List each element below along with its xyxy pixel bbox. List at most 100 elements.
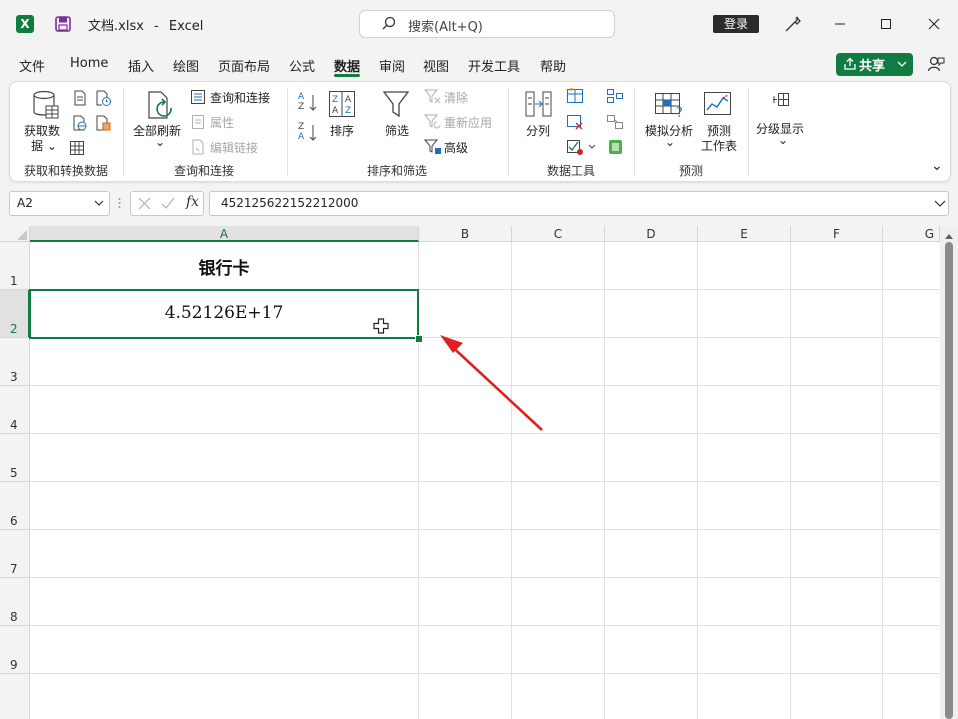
advanced-button[interactable]: 高级 bbox=[444, 139, 468, 156]
worksheet-grid[interactable]: A B C D E F G 1 2 3 4 5 6 7 8 9 银行卡 4.52… bbox=[0, 226, 958, 719]
ribbon-separator bbox=[748, 88, 749, 176]
group-get-transform-label: 获取和转换数据 bbox=[24, 164, 109, 178]
data-validation-icon[interactable] bbox=[566, 139, 596, 158]
grid-line bbox=[882, 242, 883, 719]
existing-connections-icon[interactable] bbox=[95, 115, 111, 134]
recent-sources-icon[interactable] bbox=[95, 90, 111, 109]
enter-icon[interactable] bbox=[161, 197, 175, 213]
chevron-down-icon[interactable] bbox=[94, 195, 104, 214]
sort-button[interactable]: 排序 bbox=[330, 122, 354, 139]
maximize-button[interactable] bbox=[871, 10, 901, 38]
save-icon[interactable] bbox=[55, 16, 71, 32]
from-table-icon[interactable] bbox=[69, 140, 85, 159]
row-header-10[interactable] bbox=[0, 674, 30, 719]
outline-chevron-icon[interactable]: ⌄ bbox=[778, 133, 788, 147]
group-forecast-label: 预测 bbox=[679, 164, 704, 178]
menu-developer[interactable]: 开发工具 bbox=[468, 56, 520, 75]
sort-z-to-a-button[interactable]: ZA bbox=[298, 122, 318, 146]
chevron-down-icon bbox=[897, 57, 907, 75]
row-header-4[interactable]: 4 bbox=[0, 386, 30, 434]
what-if-chevron-icon[interactable]: ⌄ bbox=[665, 135, 675, 149]
flash-fill-icon[interactable] bbox=[566, 88, 584, 107]
row-header-5[interactable]: 5 bbox=[0, 434, 30, 482]
column-header-d[interactable]: D bbox=[605, 226, 698, 242]
share-button[interactable]: 共享 bbox=[836, 53, 913, 76]
menu-page-layout[interactable]: 页面布局 bbox=[218, 56, 270, 75]
vertical-scrollbar[interactable] bbox=[940, 226, 958, 719]
sort-a-to-z-button[interactable]: AZ bbox=[298, 92, 318, 116]
row-header-9[interactable]: 9 bbox=[0, 626, 30, 674]
annotation-arrow bbox=[440, 335, 543, 431]
row-header-8[interactable]: 8 bbox=[0, 578, 30, 626]
row-number: 3 bbox=[10, 370, 18, 384]
cell-a1[interactable]: 银行卡 bbox=[30, 254, 418, 279]
formula-input[interactable]: 452125622152212000 bbox=[209, 191, 949, 216]
from-web-icon[interactable] bbox=[72, 115, 88, 134]
row-header-3[interactable]: 3 bbox=[0, 338, 30, 386]
column-header-c[interactable]: C bbox=[512, 226, 605, 242]
menu-formulas[interactable]: 公式 bbox=[289, 56, 315, 75]
login-button[interactable]: 登录 bbox=[713, 15, 759, 33]
row-header-7[interactable]: 7 bbox=[0, 530, 30, 578]
collapse-ribbon-icon[interactable]: ⌄ bbox=[931, 158, 943, 174]
from-text-icon[interactable] bbox=[72, 90, 88, 109]
expand-formula-icon[interactable] bbox=[934, 195, 946, 214]
close-button[interactable] bbox=[919, 10, 949, 38]
text-to-columns-icon bbox=[524, 89, 554, 122]
scroll-up-icon[interactable] bbox=[944, 229, 954, 243]
minimize-button[interactable] bbox=[825, 10, 855, 38]
search-box[interactable]: 搜索(Alt+Q) bbox=[359, 10, 615, 38]
clear-button[interactable]: 清除 bbox=[444, 89, 468, 106]
relationships-icon[interactable] bbox=[606, 114, 624, 133]
forecast-sheet-button[interactable]: 工作表 bbox=[701, 137, 737, 154]
comments-icon[interactable] bbox=[927, 55, 945, 76]
group-data-tools-label: 数据工具 bbox=[547, 164, 596, 178]
column-header-a[interactable]: A bbox=[30, 226, 419, 242]
consolidate-icon[interactable] bbox=[606, 88, 624, 107]
menu-view[interactable]: 视图 bbox=[423, 56, 449, 75]
queries-connections-button[interactable]: 查询和连接 bbox=[210, 89, 270, 106]
select-all-corner[interactable] bbox=[0, 226, 30, 242]
row-number: 6 bbox=[10, 514, 18, 528]
get-data-label-2[interactable]: 据 ⌄ bbox=[31, 137, 57, 154]
column-header-f[interactable]: F bbox=[791, 226, 883, 242]
menu-data[interactable]: 数据 bbox=[334, 56, 360, 75]
row-header-2[interactable]: 2 bbox=[0, 290, 30, 338]
row-header-6[interactable]: 6 bbox=[0, 482, 30, 530]
reapply-button[interactable]: 重新应用 bbox=[444, 114, 492, 131]
properties-button[interactable]: 属性 bbox=[210, 114, 234, 131]
file-name: 文档.xlsx bbox=[88, 19, 144, 34]
column-header-g[interactable]: G bbox=[883, 226, 940, 242]
sort-down-arrow-icon bbox=[309, 124, 317, 145]
menu-review[interactable]: 审阅 bbox=[379, 56, 405, 75]
row-header-1[interactable]: 1 bbox=[0, 242, 30, 290]
menu-help[interactable]: 帮助 bbox=[540, 56, 566, 75]
formula-bar-handle[interactable] bbox=[118, 196, 121, 210]
insert-function-button[interactable]: fx bbox=[186, 194, 199, 210]
formula-value: 452125622152212000 bbox=[221, 196, 359, 210]
menu-insert[interactable]: 插入 bbox=[128, 56, 154, 75]
designer-icon[interactable] bbox=[783, 14, 803, 37]
search-placeholder: 搜索(Alt+Q) bbox=[408, 20, 483, 35]
row-number: 7 bbox=[10, 562, 18, 576]
sort-az-bottom: Z bbox=[298, 102, 305, 112]
remove-duplicates-icon[interactable] bbox=[566, 114, 584, 133]
share-icon bbox=[843, 57, 857, 75]
outline-icon bbox=[772, 91, 790, 112]
cancel-icon[interactable] bbox=[138, 197, 151, 213]
column-header-e[interactable]: E bbox=[698, 226, 791, 242]
text-to-columns-button[interactable]: 分列 bbox=[526, 122, 550, 139]
menu-draw[interactable]: 绘图 bbox=[173, 56, 199, 75]
edit-links-button[interactable]: 编辑链接 bbox=[210, 139, 258, 156]
row-number: 1 bbox=[10, 274, 18, 288]
column-header-b[interactable]: B bbox=[419, 226, 512, 242]
data-model-icon[interactable] bbox=[606, 139, 624, 158]
filter-button[interactable]: 筛选 bbox=[385, 122, 409, 139]
menu-file[interactable]: 文件 bbox=[19, 56, 45, 75]
row-number: 5 bbox=[10, 466, 18, 480]
scrollbar-thumb[interactable] bbox=[945, 242, 953, 719]
get-data-label-2-text: 据 bbox=[31, 139, 44, 153]
name-box[interactable]: A2 bbox=[9, 191, 110, 216]
refresh-chevron-icon[interactable]: ⌄ bbox=[155, 135, 165, 149]
menu-home[interactable]: Home bbox=[70, 56, 108, 71]
